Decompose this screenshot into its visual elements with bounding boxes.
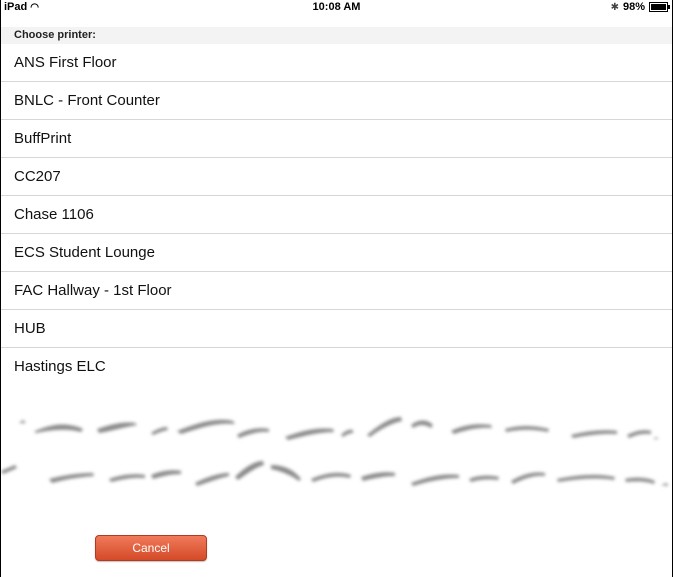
printer-item-buffprint[interactable]: BuffPrint — [1, 120, 672, 158]
status-right: ✱ 98% — [610, 1, 670, 13]
clock: 10:08 AM — [312, 1, 361, 13]
printer-item-hastings-elc[interactable]: Hastings ELC — [1, 348, 672, 386]
printer-list: ANS First Floor BNLC - Front Counter Buf… — [1, 44, 672, 386]
printer-item-hub[interactable]: HUB — [1, 310, 672, 348]
torn-paper-divider — [1, 417, 668, 486]
cancel-button[interactable]: Cancel — [95, 535, 207, 561]
battery-icon — [649, 2, 670, 12]
printer-item-ans-first-floor[interactable]: ANS First Floor — [1, 44, 672, 82]
bluetooth-icon: ✱ — [610, 1, 619, 13]
printer-item-bnlc-front-counter[interactable]: BNLC - Front Counter — [1, 82, 672, 120]
printer-item-fac-hallway[interactable]: FAC Hallway - 1st Floor — [1, 272, 672, 310]
printer-item-chase-1106[interactable]: Chase 1106 — [1, 196, 672, 234]
status-bar: iPad ◠ 10:08 AM ✱ 98% — [1, 0, 672, 15]
app-frame: iPad ◠ 10:08 AM ✱ 98% Choose printer: ANS… — [0, 0, 673, 577]
printer-item-cc207[interactable]: CC207 — [1, 158, 672, 196]
printer-item-ecs-student-lounge[interactable]: ECS Student Lounge — [1, 234, 672, 272]
list-header: Choose printer: — [1, 27, 672, 44]
battery-percent: 98% — [622, 1, 645, 13]
